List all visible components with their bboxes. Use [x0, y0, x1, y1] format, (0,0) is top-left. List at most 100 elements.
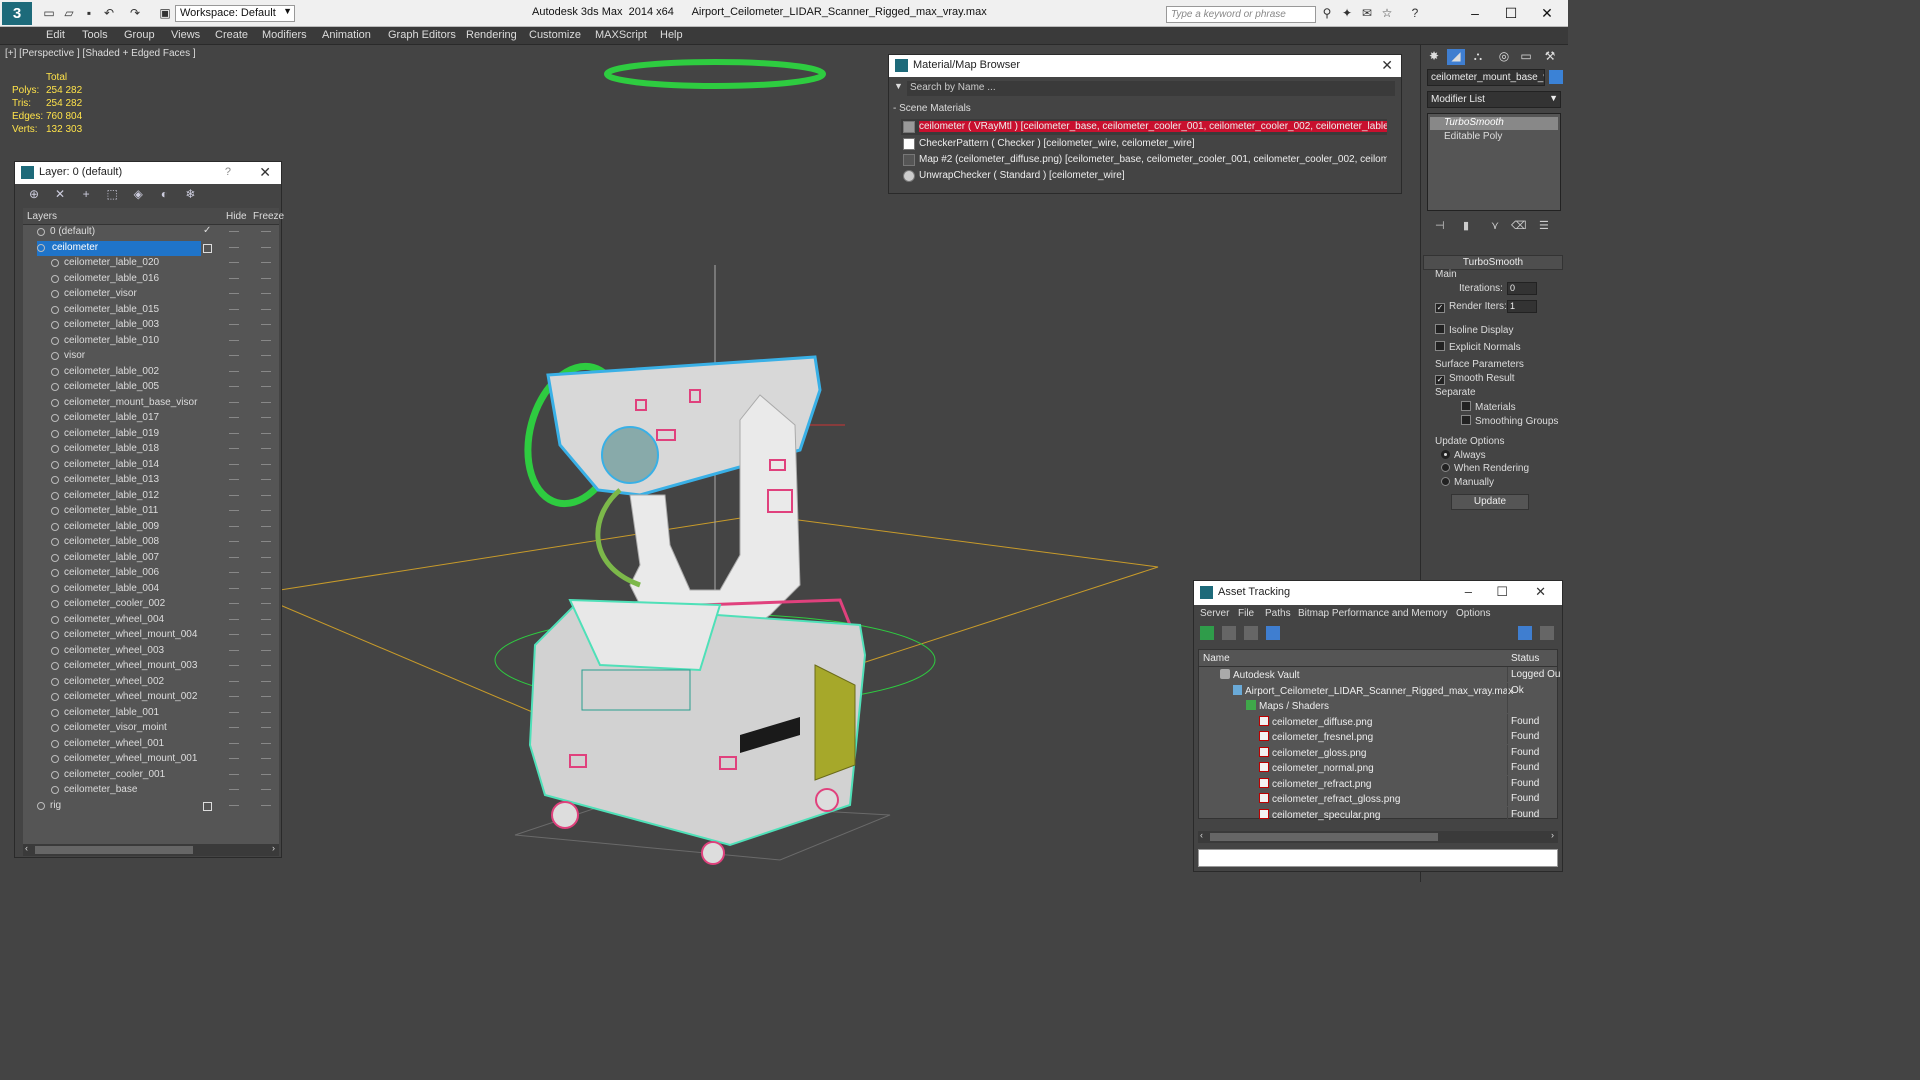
hide-toggle[interactable] [229, 587, 239, 589]
freeze-toggle[interactable] [261, 277, 271, 279]
select-layer-icon[interactable]: ◈ [129, 187, 147, 203]
hide-toggle[interactable] [229, 479, 239, 480]
material-search-input[interactable]: Search by Name ... [907, 81, 1395, 96]
col-layers[interactable]: Layers [27, 211, 57, 222]
freeze-toggle[interactable] [261, 494, 271, 496]
freeze-toggle[interactable] [261, 324, 271, 325]
close-button[interactable]: ✕ [1532, 4, 1562, 22]
redo-icon[interactable]: ↷ [128, 6, 142, 20]
layer-object-row[interactable]: ceilometer_lable_014 [23, 458, 279, 474]
hide-toggle[interactable] [229, 262, 239, 263]
hide-toggle[interactable] [229, 510, 239, 511]
manually-radio[interactable] [1441, 477, 1450, 486]
select-objects-icon[interactable]: ⬚ [103, 187, 121, 203]
always-radio[interactable] [1441, 450, 1450, 459]
workspace-dropdown[interactable]: Workspace: Default ▼ [175, 5, 295, 22]
freeze-toggle[interactable] [261, 572, 271, 573]
render-iters-spinner[interactable]: 1 [1507, 300, 1537, 313]
layer-row[interactable]: ceilometer [23, 240, 279, 257]
hide-toggle[interactable] [229, 246, 239, 248]
favorites-icon[interactable]: ☆ [1380, 6, 1394, 20]
menu-tools[interactable]: Tools [82, 29, 108, 41]
manually-row[interactable]: Manually [1441, 477, 1494, 488]
hide-toggle[interactable] [229, 603, 239, 604]
maximize-button[interactable]: ☐ [1496, 4, 1526, 22]
stack-item-editable-poly[interactable]: Editable Poly [1430, 131, 1558, 144]
col-freeze[interactable]: Freeze [253, 211, 284, 222]
detail-view-icon[interactable] [1244, 626, 1258, 640]
asset-table[interactable]: Name Status Autodesk Vault Logged Ou Airpo… [1198, 649, 1561, 822]
hide-toggle[interactable] [229, 386, 239, 387]
material-item[interactable]: ceilometer ( VRayMtl ) [ceilometer_base,… [901, 119, 1387, 135]
asset-row[interactable]: ceilometer_fresnel.png Found [1199, 729, 1557, 745]
close-icon[interactable]: ✕ [1381, 57, 1393, 74]
layer-object-row[interactable]: ceilometer_lable_001 [23, 706, 279, 722]
scene-materials-section[interactable]: - Scene Materials [893, 103, 971, 114]
freeze-toggle[interactable] [261, 510, 271, 511]
freeze-toggle[interactable] [261, 463, 271, 465]
undo-icon[interactable]: ↶ [102, 6, 116, 20]
menu-animation[interactable]: Animation [322, 29, 371, 41]
always-row[interactable]: Always [1441, 450, 1486, 461]
freeze-toggle[interactable] [261, 370, 271, 372]
layer-object-row[interactable]: ceilometer_wheel_mount_004 [23, 628, 279, 644]
hide-toggle[interactable] [229, 448, 239, 449]
freeze-all-icon[interactable]: ❄ [181, 187, 199, 203]
hide-toggle[interactable] [229, 324, 239, 325]
freeze-toggle[interactable] [261, 789, 271, 790]
menu-edit[interactable]: Edit [46, 29, 65, 41]
chevron-down-icon[interactable]: ▼ [894, 81, 903, 91]
layer-object-row[interactable]: ceilometer_lable_019 [23, 427, 279, 443]
hide-toggle[interactable] [229, 339, 239, 341]
maximize-button[interactable]: ☐ [1496, 584, 1508, 600]
hide-toggle[interactable] [229, 665, 239, 666]
layer-object-row[interactable]: ceilometer_cooler_001 [23, 768, 279, 784]
layer-row[interactable]: 0 (default) ✓ [23, 225, 279, 241]
smoothing-groups-row[interactable]: Smoothing Groups [1461, 415, 1558, 427]
layer-object-row[interactable]: ceilometer_lable_012 [23, 489, 279, 505]
layer-object-row[interactable]: ceilometer_wheel_mount_003 [23, 659, 279, 675]
delete-layer-icon[interactable]: ✕ [51, 187, 69, 203]
update-button[interactable]: Update [1451, 494, 1529, 510]
table-view-icon[interactable] [1266, 626, 1280, 640]
hide-toggle[interactable] [229, 541, 239, 542]
search-input[interactable]: Type a keyword or phrase [1166, 6, 1316, 23]
layer-object-row[interactable]: ceilometer_mount_base_visor [23, 396, 279, 412]
layer-object-row[interactable]: ceilometer_visor_moint [23, 721, 279, 737]
chevron-right-icon[interactable]: › [1551, 830, 1554, 840]
current-layer-check-icon[interactable]: ✓ [203, 225, 211, 236]
hide-toggle[interactable] [229, 417, 239, 418]
utilities-tab-icon[interactable]: ⚒ [1541, 49, 1559, 65]
layer-object-row[interactable]: ceilometer_lable_002 [23, 365, 279, 381]
col-status[interactable]: Status [1511, 653, 1539, 664]
freeze-toggle[interactable] [261, 339, 271, 341]
smooth-result-checkbox[interactable]: ✓ [1435, 375, 1445, 385]
minimize-button[interactable]: – [1465, 584, 1472, 599]
layer-object-row[interactable]: ceilometer_cooler_002 [23, 597, 279, 613]
menu-group[interactable]: Group [124, 29, 155, 41]
freeze-toggle[interactable] [261, 262, 271, 263]
freeze-toggle[interactable] [261, 711, 271, 713]
hide-toggle[interactable] [229, 789, 239, 790]
iterations-spinner[interactable]: 0 [1507, 282, 1537, 295]
display-tab-icon[interactable]: ▭ [1517, 49, 1535, 65]
render-iters-row[interactable]: ✓ Render Iters: [1435, 301, 1507, 313]
hide-toggle[interactable] [229, 618, 239, 620]
materials-row[interactable]: Materials [1461, 401, 1516, 413]
stack-item-turbosmooth[interactable]: TurboSmooth [1430, 117, 1558, 130]
explicit-normals-row[interactable]: Explicit Normals [1435, 341, 1521, 353]
menu-paths[interactable]: Paths [1265, 608, 1291, 619]
layer-object-row[interactable]: ceilometer_wheel_002 [23, 675, 279, 691]
refresh-icon[interactable] [1200, 626, 1214, 640]
asset-row[interactable]: Autodesk Vault Logged Ou [1199, 667, 1561, 683]
freeze-toggle[interactable] [261, 603, 271, 604]
layer-object-row[interactable]: ceilometer_lable_010 [23, 334, 279, 350]
motion-tab-icon[interactable]: ◎ [1495, 49, 1513, 65]
help-icon[interactable]: ? [225, 166, 231, 178]
layer-object-row[interactable]: ceilometer_lable_017 [23, 411, 279, 427]
project-folder-icon[interactable]: ▣ [158, 6, 172, 20]
modify-tab-icon[interactable]: ◢ [1447, 49, 1465, 65]
layer-object-row[interactable]: ceilometer_lable_007 [23, 551, 279, 567]
hide-toggle[interactable] [229, 649, 239, 651]
freeze-toggle[interactable] [261, 680, 271, 682]
